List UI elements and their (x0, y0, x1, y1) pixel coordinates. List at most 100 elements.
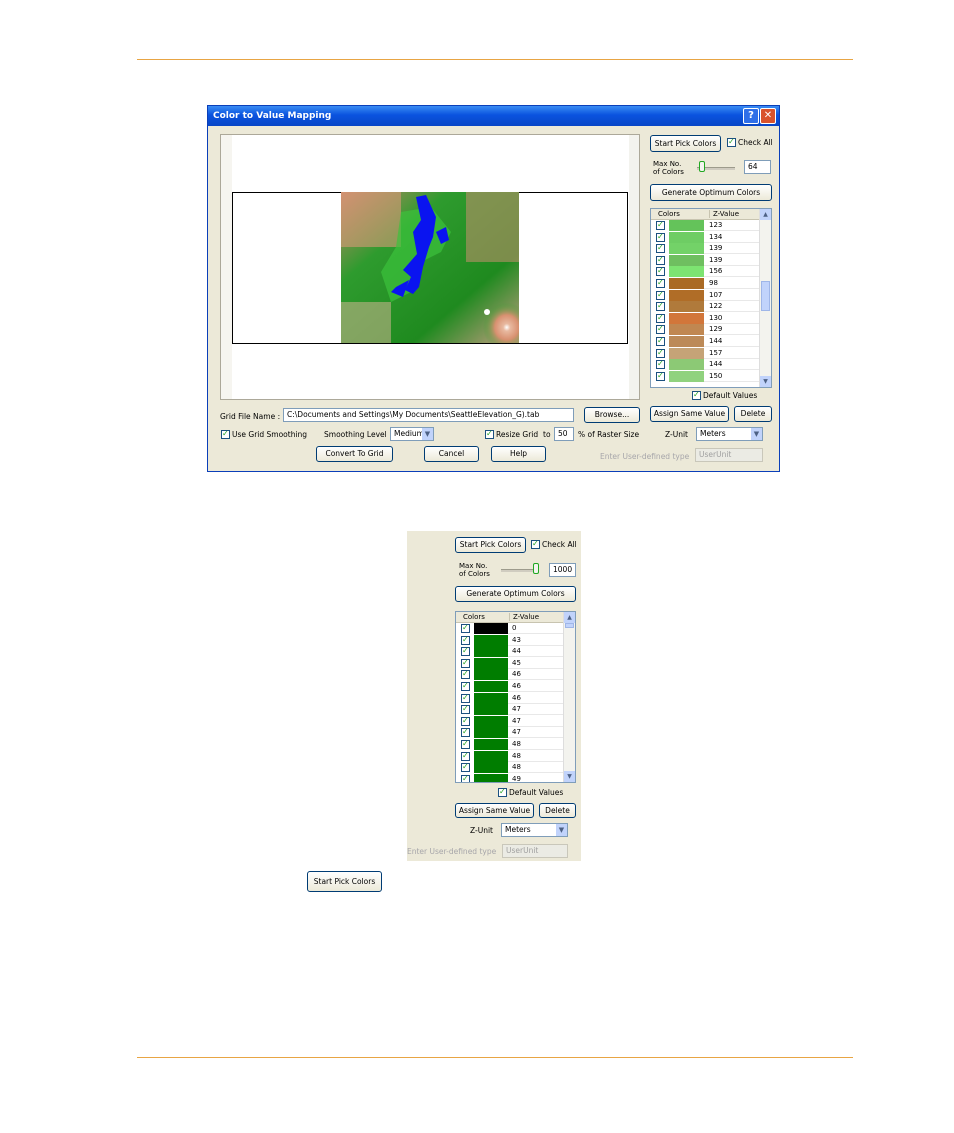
col-colors-header[interactable]: Colors (658, 210, 680, 218)
table-row[interactable]: 48 (456, 750, 566, 762)
cancel-button[interactable]: Cancel (424, 446, 479, 462)
table-row[interactable]: 130 (651, 312, 762, 324)
z-value-cell[interactable]: 129 (709, 325, 722, 333)
assign-same-value-button[interactable]: Assign Same Value (650, 406, 729, 422)
row-checkbox[interactable] (461, 704, 470, 715)
row-checkbox[interactable] (461, 646, 470, 657)
table-row[interactable]: 98 (651, 278, 762, 289)
color-swatch[interactable] (669, 243, 704, 255)
table-row[interactable]: 47 (456, 704, 566, 716)
grid-file-name-input[interactable]: C:\Documents and Settings\My Documents\S… (283, 408, 574, 422)
row-checkbox[interactable] (461, 623, 470, 633)
row-checkbox[interactable] (656, 324, 665, 335)
assign-same-value-button[interactable]: Assign Same Value (455, 803, 534, 818)
color-swatch[interactable] (669, 254, 704, 266)
table-row[interactable]: 47 (456, 715, 566, 727)
color-swatch[interactable] (474, 623, 508, 634)
user-defined-type-input[interactable]: UserUnit (695, 448, 763, 462)
use-grid-smoothing-checkbox[interactable] (221, 429, 230, 439)
table-row[interactable]: 156 (651, 266, 762, 278)
default-values-checkbox[interactable] (498, 787, 507, 797)
z-unit-select[interactable]: Meters ▼ (696, 427, 763, 441)
color-swatch[interactable] (669, 324, 704, 336)
z-value-cell[interactable]: 144 (709, 337, 722, 345)
check-all-checkbox[interactable] (727, 137, 736, 147)
color-swatch[interactable] (474, 669, 508, 681)
row-checkbox[interactable] (656, 336, 665, 346)
table-row[interactable]: 47 (456, 727, 566, 739)
help-icon[interactable]: ? (743, 108, 759, 124)
table-row[interactable]: 0 (456, 623, 566, 634)
max-colors-slider[interactable] (533, 563, 539, 574)
table-row[interactable]: 46 (456, 669, 566, 681)
table-row[interactable]: 134 (651, 231, 762, 243)
color-swatch[interactable] (474, 727, 508, 739)
row-checkbox[interactable] (461, 727, 470, 738)
start-pick-colors-button[interactable]: Start Pick Colors (455, 537, 526, 553)
color-swatch[interactable] (474, 692, 508, 704)
table-row[interactable]: 122 (651, 301, 762, 313)
table-row[interactable]: 144 (651, 359, 762, 371)
user-defined-type-input[interactable]: UserUnit (502, 844, 568, 858)
row-checkbox[interactable] (656, 266, 665, 277)
table-row[interactable]: 157 (651, 347, 762, 359)
color-swatch[interactable] (474, 739, 508, 750)
scroll-thumb[interactable] (565, 623, 574, 628)
col-zvalue-header[interactable]: Z-Value (709, 210, 739, 218)
preview-scrollbar-v[interactable] (629, 135, 639, 399)
table-row[interactable]: 46 (456, 681, 566, 692)
color-swatch[interactable] (474, 646, 508, 658)
col-colors-header[interactable]: Colors (463, 613, 485, 621)
table-row[interactable]: 107 (651, 289, 762, 301)
color-swatch[interactable] (669, 289, 704, 301)
row-checkbox[interactable] (656, 232, 665, 242)
z-value-cell[interactable]: 144 (709, 360, 722, 368)
z-value-cell[interactable]: 43 (512, 636, 521, 644)
table-scrollbar[interactable]: ▲ ▼ (563, 612, 575, 782)
z-value-cell[interactable]: 47 (512, 728, 521, 736)
generate-optimum-colors-button[interactable]: Generate Optimum Colors (455, 586, 576, 602)
color-swatch[interactable] (474, 681, 508, 692)
browse-button[interactable]: Browse... (584, 407, 640, 423)
table-row[interactable]: 44 (456, 646, 566, 658)
z-value-cell[interactable]: 49 (512, 775, 521, 782)
z-value-cell[interactable]: 47 (512, 705, 521, 713)
z-value-cell[interactable]: 0 (512, 624, 516, 632)
z-value-cell[interactable]: 130 (709, 314, 722, 322)
table-row[interactable]: 139 (651, 243, 762, 255)
row-checkbox[interactable] (656, 301, 665, 312)
max-colors-input[interactable]: 1000 (549, 563, 576, 577)
z-value-cell[interactable]: 48 (512, 752, 521, 760)
row-checkbox[interactable] (656, 348, 665, 358)
row-checkbox[interactable] (461, 658, 470, 668)
convert-to-grid-button[interactable]: Convert To Grid (316, 446, 393, 462)
color-swatch[interactable] (669, 301, 704, 313)
row-checkbox[interactable] (461, 739, 470, 749)
z-value-cell[interactable]: 139 (709, 256, 722, 264)
table-row[interactable]: 48 (456, 762, 566, 774)
scroll-down-icon[interactable]: ▼ (760, 376, 771, 387)
scroll-thumb[interactable] (761, 281, 770, 311)
max-colors-slider[interactable] (698, 161, 705, 172)
table-row[interactable]: 139 (651, 254, 762, 266)
z-value-cell[interactable]: 134 (709, 233, 722, 241)
color-swatch[interactable] (669, 220, 704, 231)
row-checkbox[interactable] (656, 313, 665, 323)
dropdown-arrow-icon[interactable]: ▼ (422, 428, 433, 440)
table-row[interactable]: 129 (651, 324, 762, 336)
color-swatch[interactable] (474, 704, 508, 716)
delete-button[interactable]: Delete (734, 406, 772, 422)
color-swatch[interactable] (669, 266, 704, 278)
z-value-cell[interactable]: 157 (709, 349, 722, 357)
z-value-cell[interactable]: 48 (512, 740, 521, 748)
z-value-cell[interactable]: 107 (709, 291, 722, 299)
z-value-cell[interactable]: 123 (709, 221, 722, 229)
scroll-up-icon[interactable]: ▲ (760, 209, 771, 220)
table-row[interactable]: 144 (651, 336, 762, 347)
row-checkbox[interactable] (656, 371, 665, 381)
scroll-up-icon[interactable]: ▲ (564, 612, 575, 623)
color-swatch[interactable] (669, 336, 704, 347)
table-row[interactable]: 46 (456, 692, 566, 704)
row-checkbox[interactable] (461, 693, 470, 703)
dropdown-arrow-icon[interactable]: ▼ (751, 428, 762, 440)
